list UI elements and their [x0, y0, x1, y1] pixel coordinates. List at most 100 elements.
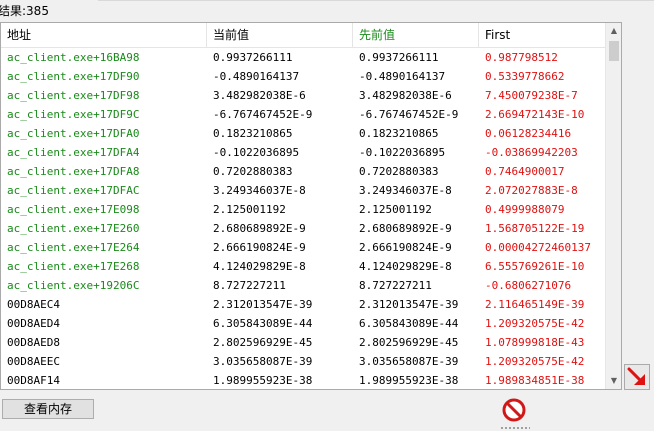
table-row[interactable]: ac_client.exe+17E260 2.680689892E-9 2.6806…: [1, 219, 605, 238]
table-row[interactable]: ac_client.exe+17E264 2.666190824E-9 2.6661…: [1, 238, 605, 257]
results-count-label: 结果:385: [0, 4, 49, 18]
cell-previous: 2.802596929E-45: [359, 336, 459, 349]
scroll-down-arrow-icon[interactable]: ▼: [606, 373, 621, 389]
table-row[interactable]: ac_client.exe+17DFAC 3.249346037E-8 3.2493…: [1, 181, 605, 200]
cell-value: -0.4890164137: [213, 70, 300, 83]
cell-previous: 3.482982038E-6: [359, 89, 452, 102]
table-row[interactable]: ac_client.exe+17DF9C -6.767467452E-9 -6.76…: [1, 105, 605, 124]
cell-address: ac_client.exe+17E268: [7, 260, 140, 273]
table-row[interactable]: ac_client.exe+17DFA0 0.1823210865 0.182321…: [1, 124, 605, 143]
cell-first: 1.209320575E-42: [485, 355, 585, 368]
cell-address: ac_client.exe+17E098: [7, 203, 140, 216]
cell-value: 3.249346037E-8: [213, 184, 306, 197]
column-header-value[interactable]: 当前值: [207, 23, 353, 47]
cell-value: 1.989955923E-38: [213, 374, 313, 387]
table-row[interactable]: 00D8AEC4 2.312013547E-39 2.312013547E-39 2.…: [1, 295, 605, 314]
cell-first: 7.450079238E-7: [485, 89, 578, 102]
no-entry-icon: [502, 398, 526, 422]
scan-results-list[interactable]: 地址 当前值 先前值 First ac_client.exe+16BA98 0.9…: [0, 22, 622, 390]
cell-address: ac_client.exe+17DFA8: [7, 165, 140, 178]
stop-button[interactable]: [500, 396, 528, 424]
cell-address: ac_client.exe+17DF9C: [7, 108, 140, 121]
cell-value: 0.1823210865: [213, 127, 293, 140]
cell-value: 4.124029829E-8: [213, 260, 306, 273]
table-row[interactable]: 00D8AED8 2.802596929E-45 2.802596929E-45 1.…: [1, 333, 605, 352]
cell-first: 2.669472143E-10: [485, 108, 585, 121]
cell-first: 0.00004272460137: [485, 241, 591, 254]
cell-previous: 8.727227211: [359, 279, 432, 292]
table-row[interactable]: ac_client.exe+17DFA4 -0.1022036895 -0.1022…: [1, 143, 605, 162]
table-row[interactable]: 00D8AEEC 3.035658087E-39 3.035658087E-39 1.…: [1, 352, 605, 371]
table-row[interactable]: 00D8AED4 6.305843089E-44 6.305843089E-44 1.…: [1, 314, 605, 333]
cell-address: 00D8AED8: [7, 336, 60, 349]
list-header: 地址 当前值 先前值 First: [1, 23, 605, 48]
table-row[interactable]: ac_client.exe+17DF90 -0.4890164137 -0.4890…: [1, 67, 605, 86]
cell-previous: 2.666190824E-9: [359, 241, 452, 254]
cell-value: 8.727227211: [213, 279, 286, 292]
cell-first: 2.072027883E-8: [485, 184, 578, 197]
cell-value: 2.680689892E-9: [213, 222, 306, 235]
table-row[interactable]: 00D8AF14 1.989955923E-38 1.989955923E-38 1.…: [1, 371, 605, 389]
cell-previous: 6.305843089E-44: [359, 317, 459, 330]
scroll-up-arrow-icon[interactable]: ▲: [606, 23, 621, 39]
cell-value: 3.035658087E-39: [213, 355, 313, 368]
cell-first: 0.987798512: [485, 51, 558, 64]
view-memory-button[interactable]: 查看内存: [2, 399, 94, 419]
scrollbar-thumb[interactable]: [609, 41, 619, 61]
table-row[interactable]: ac_client.exe+19206C 8.727227211 8.7272272…: [1, 276, 605, 295]
cell-previous: 0.9937266111: [359, 51, 439, 64]
resize-grip[interactable]: [500, 426, 530, 430]
cell-value: 2.802596929E-45: [213, 336, 313, 349]
red-diagonal-arrow-icon: [627, 367, 645, 385]
cell-previous: -0.1022036895: [359, 146, 446, 159]
column-header-previous[interactable]: 先前值: [353, 23, 479, 47]
table-row[interactable]: ac_client.exe+17DF98 3.482982038E-6 3.4829…: [1, 86, 605, 105]
cell-first: 1.568705122E-19: [485, 222, 585, 235]
divider-line: [98, 0, 654, 1]
cell-value: -0.1022036895: [213, 146, 300, 159]
cell-first: 6.555769261E-10: [485, 260, 585, 273]
cell-address: 00D8AEC4: [7, 298, 60, 311]
cell-first: 1.209320575E-42: [485, 317, 585, 330]
cell-previous: -0.4890164137: [359, 70, 446, 83]
cell-previous: 3.035658087E-39: [359, 355, 459, 368]
table-row[interactable]: ac_client.exe+17DFA8 0.7202880383 0.720288…: [1, 162, 605, 181]
cell-value: 2.312013547E-39: [213, 298, 313, 311]
column-header-address[interactable]: 地址: [1, 23, 207, 47]
cell-first: 0.4999988079: [485, 203, 565, 216]
table-row[interactable]: ac_client.exe+16BA98 0.9937266111 0.993726…: [1, 48, 605, 67]
add-to-address-list-button[interactable]: [624, 364, 650, 390]
cell-address: ac_client.exe+17DF90: [7, 70, 140, 83]
cell-previous: 2.312013547E-39: [359, 298, 459, 311]
cell-first: 0.06128234416: [485, 127, 572, 140]
cell-value: 2.666190824E-9: [213, 241, 306, 254]
cell-first: 1.989834851E-38: [485, 374, 585, 387]
results-rows: ac_client.exe+16BA98 0.9937266111 0.993726…: [1, 48, 605, 389]
cell-first: 2.116465149E-39: [485, 298, 585, 311]
table-row[interactable]: ac_client.exe+17E098 2.125001192 2.1250011…: [1, 200, 605, 219]
cell-first: 0.5339778662: [485, 70, 565, 83]
cell-previous: 0.7202880383: [359, 165, 439, 178]
cell-previous: 3.249346037E-8: [359, 184, 452, 197]
table-row[interactable]: ac_client.exe+17E268 4.124029829E-8 4.1240…: [1, 257, 605, 276]
cell-first: 0.7464900017: [485, 165, 565, 178]
cell-address: 00D8AF14: [7, 374, 60, 387]
cell-address: 00D8AEEC: [7, 355, 60, 368]
cell-address: 00D8AED4: [7, 317, 60, 330]
column-header-first[interactable]: First: [479, 23, 605, 47]
cell-address: ac_client.exe+17DFAC: [7, 184, 140, 197]
cell-previous: 0.1823210865: [359, 127, 439, 140]
cell-previous: -6.767467452E-9: [359, 108, 459, 121]
cell-value: 6.305843089E-44: [213, 317, 313, 330]
cell-address: ac_client.exe+17DFA0: [7, 127, 140, 140]
vertical-scrollbar[interactable]: ▲ ▼: [605, 23, 621, 389]
cell-address: ac_client.exe+17DFA4: [7, 146, 140, 159]
cell-address: ac_client.exe+19206C: [7, 279, 140, 292]
cell-value: 0.7202880383: [213, 165, 293, 178]
cell-first: 1.078999818E-43: [485, 336, 585, 349]
cell-value: -6.767467452E-9: [213, 108, 313, 121]
cell-value: 3.482982038E-6: [213, 89, 306, 102]
cell-address: ac_client.exe+16BA98: [7, 51, 140, 64]
cell-value: 0.9937266111: [213, 51, 293, 64]
cell-previous: 4.124029829E-8: [359, 260, 452, 273]
